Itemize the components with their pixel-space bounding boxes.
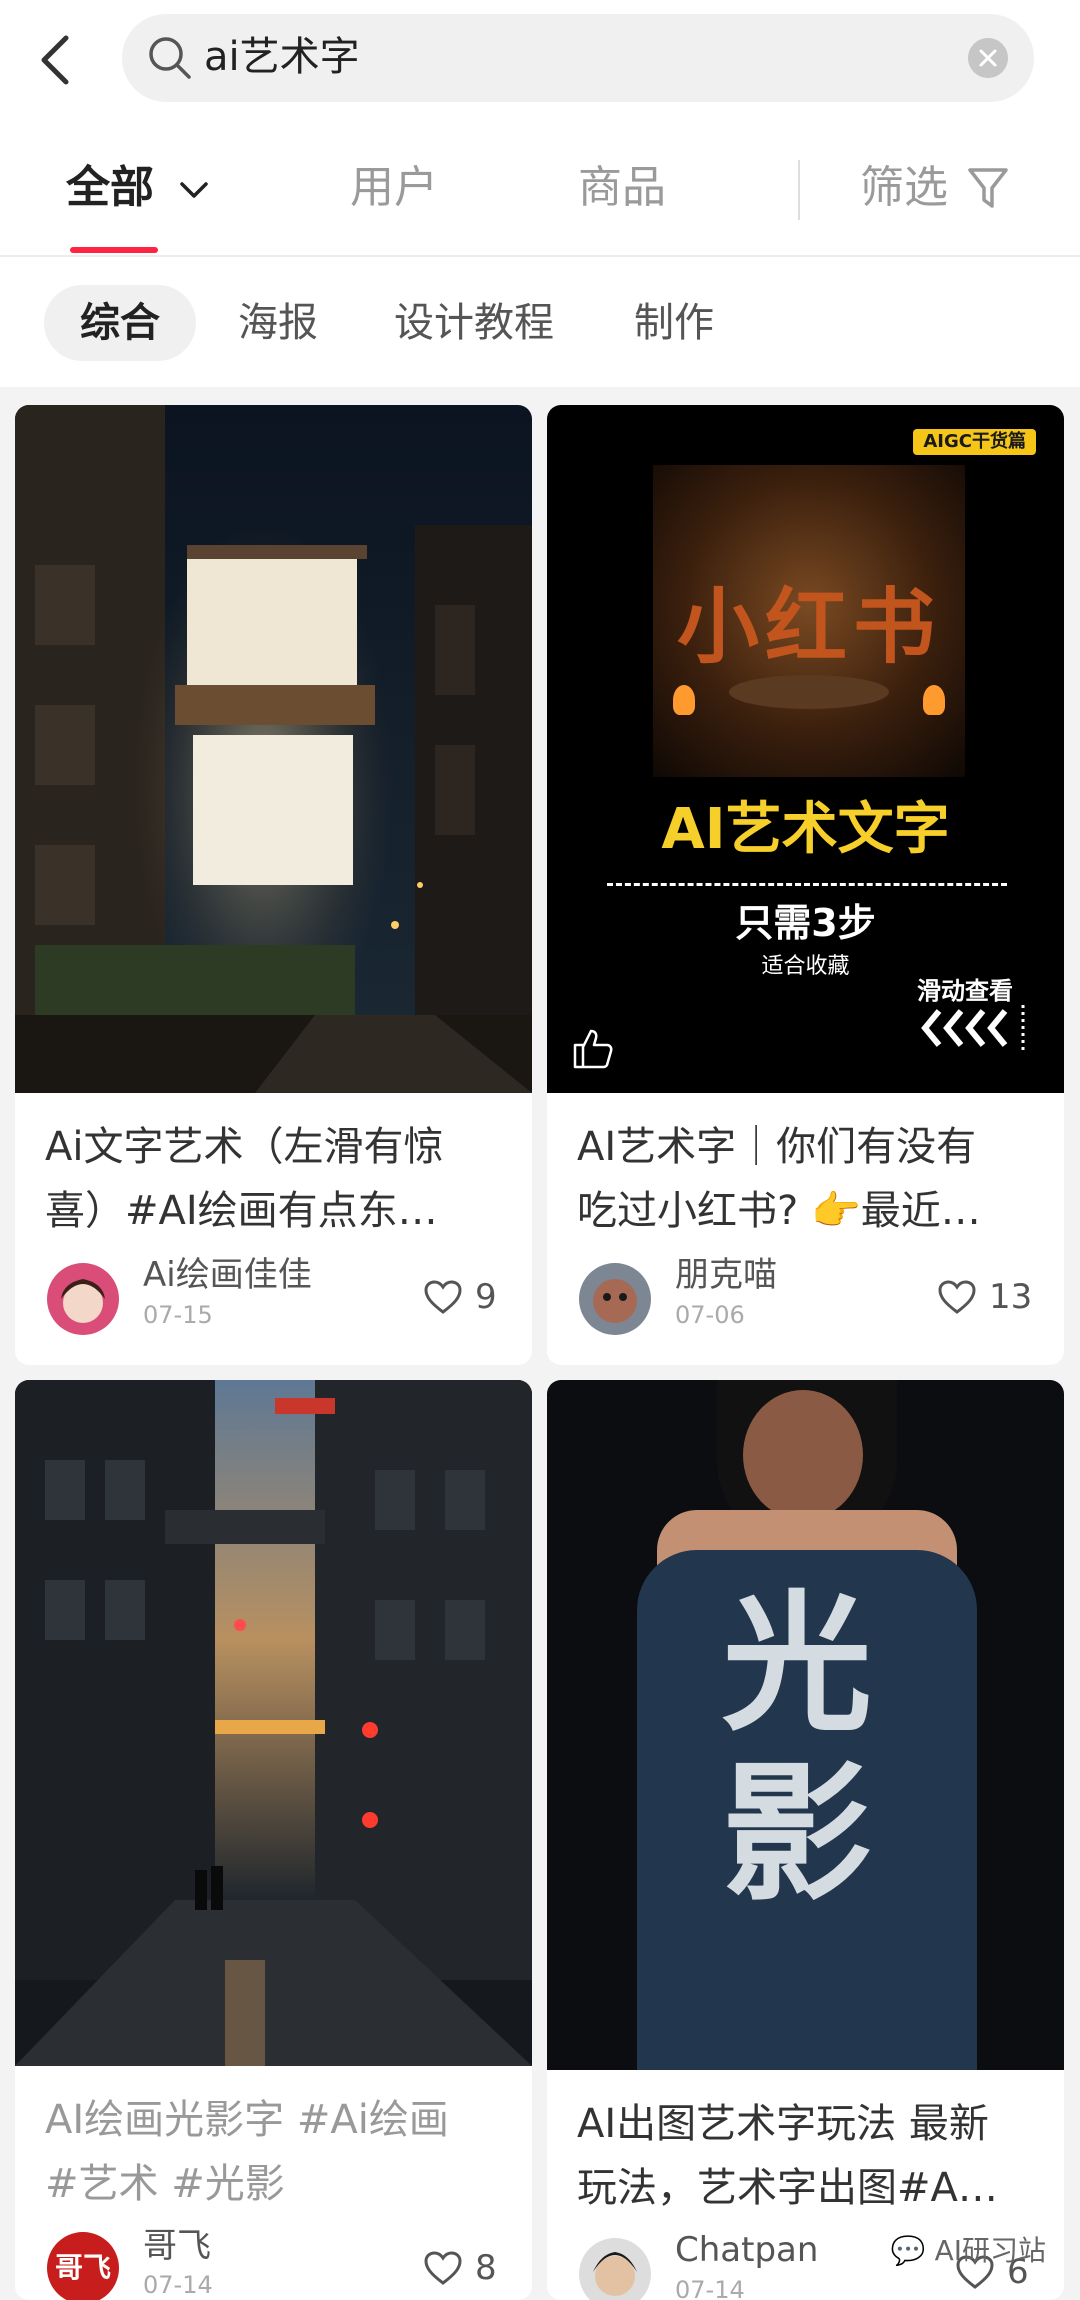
wechat-icon: 💬 <box>890 2234 926 2267</box>
chevron-down-icon[interactable] <box>176 172 212 208</box>
author-name[interactable]: Ai绘画佳佳 <box>143 1255 312 1295</box>
post-date: 07-06 <box>675 1301 745 1329</box>
top-bar: ai艺术字 全部 用户 商品 筛选 <box>0 0 1080 255</box>
poster-steps: 只需3步 <box>735 901 876 945</box>
post-title-line1[interactable]: AI出图艺术字玩法 最新 <box>577 2092 989 2156</box>
shirt-art-text: 光 影 <box>721 1578 892 1922</box>
poster-art-text: 小红书 <box>676 580 941 675</box>
post-title-line2[interactable]: 玩法，艺术字出图#A… <box>577 2156 998 2220</box>
tab-users[interactable]: 用户 <box>350 158 438 218</box>
tab-products[interactable]: 商品 <box>578 158 666 218</box>
heart-icon[interactable] <box>423 1279 463 1315</box>
avatar[interactable] <box>47 1263 119 1335</box>
author-name[interactable]: 哥飞 <box>143 2226 211 2266</box>
author-name[interactable]: Chatpan <box>675 2230 818 2270</box>
like-count: 8 <box>475 2248 497 2288</box>
post-card[interactable]: AI绘画光影字 #Ai绘画 #艺术 #光影 哥飞 哥飞 07-14 8 <box>15 1380 532 2300</box>
post-image[interactable] <box>15 1380 532 2066</box>
chip-poster[interactable]: 海报 <box>202 285 354 361</box>
post-date: 07-15 <box>143 1301 213 1329</box>
post-date: 07-14 <box>675 2276 745 2300</box>
search-icon <box>149 37 191 79</box>
active-tab-indicator <box>70 247 158 253</box>
chip-design-tutorial[interactable]: 设计教程 <box>358 285 590 361</box>
result-tabs: 全部 用户 商品 筛选 <box>0 140 1080 255</box>
watermark: 💬 AI研习站 <box>891 2229 1046 2269</box>
post-card[interactable]: AIGC干货篇 小红书 AI艺术文字 只需3步 适合收藏 滑动查看 AI艺术字｜… <box>547 405 1064 1365</box>
poster-dashed-line <box>607 883 1007 886</box>
search-query[interactable]: ai艺术字 <box>204 32 360 82</box>
avatar[interactable] <box>579 1263 651 1335</box>
chip-comprehensive[interactable]: 综合 <box>44 285 196 361</box>
author-name[interactable]: 朋克喵 <box>675 1255 777 1295</box>
swipe-arrows-icon <box>921 1005 1025 1051</box>
post-date: 07-14 <box>143 2271 213 2299</box>
post-title-line1[interactable]: Ai文字艺术（左滑有惊 <box>45 1115 443 1179</box>
post-image[interactable]: 光 影 <box>547 1380 1064 2070</box>
post-title-line2[interactable]: 喜）#AI绘画有点东… <box>45 1179 438 1243</box>
post-title-line2[interactable]: 吃过小红书? 👉最近… <box>577 1179 981 1243</box>
chip-making[interactable]: 制作 <box>598 285 750 361</box>
tab-all[interactable]: 全部 <box>66 158 154 218</box>
post-title-line2[interactable]: #艺术 #光影 <box>45 2152 285 2216</box>
avatar[interactable] <box>579 2238 651 2300</box>
poster-headline: AI艺术文字 <box>661 797 950 862</box>
post-title-line1[interactable]: AI绘画光影字 #Ai绘画 <box>45 2088 449 2152</box>
heart-icon[interactable] <box>423 2250 463 2286</box>
post-image[interactable]: AIGC干货篇 小红书 AI艺术文字 只需3步 适合收藏 滑动查看 <box>547 405 1064 1093</box>
thumbs-up-icon <box>573 1029 613 1069</box>
poster-badge: AIGC干货篇 <box>913 429 1036 455</box>
like-count: 9 <box>475 1277 497 1317</box>
post-title-line1[interactable]: AI艺术字｜你们有没有 <box>577 1115 976 1179</box>
poster-swipe-text: 滑动查看 <box>917 977 1013 1005</box>
sub-filter-chips: 综合 海报 设计教程 制作 <box>0 257 1080 387</box>
watermark-text: AI研习站 <box>934 2234 1046 2267</box>
back-arrow-icon[interactable] <box>30 30 80 90</box>
avatar[interactable]: 哥飞 <box>47 2232 119 2300</box>
tab-filter[interactable]: 筛选 <box>860 158 948 218</box>
like-count: 13 <box>989 1277 1033 1317</box>
post-card[interactable]: Ai文字艺术（左滑有惊 喜）#AI绘画有点东… Ai绘画佳佳 07-15 9 <box>15 405 532 1365</box>
heart-icon[interactable] <box>937 1279 977 1315</box>
post-image[interactable] <box>15 405 532 1093</box>
filter-icon[interactable] <box>966 164 1010 212</box>
tab-divider <box>798 160 800 220</box>
search-bar[interactable]: ai艺术字 <box>122 14 1034 102</box>
poster-artwork: 小红书 <box>653 465 965 777</box>
clear-search-icon[interactable] <box>968 38 1008 78</box>
post-card[interactable]: 光 影 AI出图艺术字玩法 最新 玩法，艺术字出图#A… Chatpan 07-… <box>547 1380 1064 2300</box>
